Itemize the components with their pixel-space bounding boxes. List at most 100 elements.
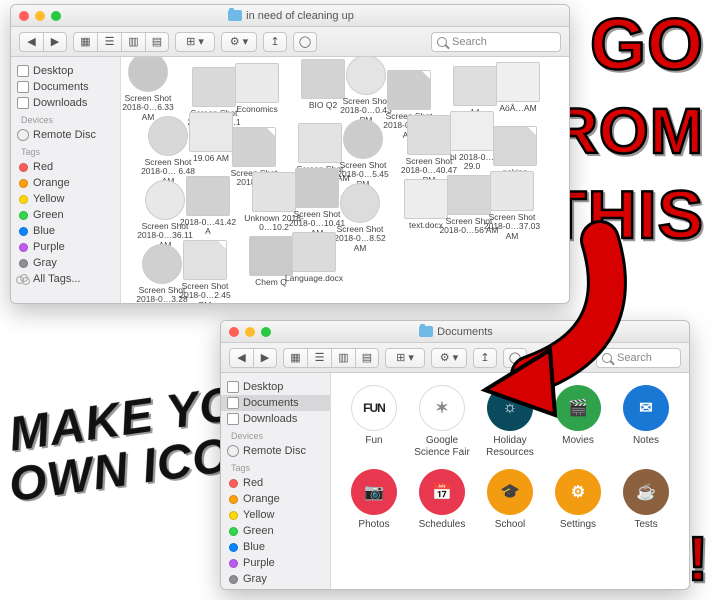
share-button[interactable]: ↥ <box>263 32 287 52</box>
sidebar-all-tags[interactable]: All Tags... <box>11 271 120 287</box>
sidebar-heading-tags: Tags <box>221 459 330 475</box>
sidebar-item-downloads[interactable]: Downloads <box>221 411 330 427</box>
sidebar-tag-gray[interactable]: Gray <box>221 571 330 587</box>
sidebar-tag-yellow[interactable]: Yellow <box>221 507 330 523</box>
arrange-button[interactable]: ⊞ ▾ <box>385 348 425 368</box>
folder-icon: ☕ <box>623 469 669 515</box>
close-icon[interactable] <box>229 327 239 337</box>
sidebar-heading-devices: Devices <box>11 111 120 127</box>
sidebar-tag-blue[interactable]: Blue <box>221 539 330 555</box>
minimize-icon[interactable] <box>35 11 45 21</box>
folder-icon <box>228 10 242 21</box>
view-gallery[interactable]: ▤ <box>145 32 169 52</box>
sidebar-item-downloads[interactable]: Downloads <box>11 95 120 111</box>
tag-stack-icon <box>16 274 30 286</box>
folder-label: Movies <box>547 435 609 447</box>
search-icon <box>437 37 447 47</box>
view-icons[interactable]: ▦ <box>283 348 307 368</box>
sidebar-tag-orange[interactable]: Orange <box>11 175 120 191</box>
traffic-lights <box>229 327 271 337</box>
view-columns[interactable]: ▥ <box>331 348 355 368</box>
traffic-lights <box>19 11 61 21</box>
sidebar-tag-purple[interactable]: Purple <box>221 555 330 571</box>
view-list[interactable]: ☰ <box>97 32 121 52</box>
sidebar-item-documents[interactable]: Documents <box>11 79 120 95</box>
folder-item-settings[interactable]: ⚙Settings <box>547 469 609 531</box>
forward-button[interactable]: ▶ <box>43 32 67 52</box>
sidebar-heading-tags: Tags <box>11 143 120 159</box>
view-icons[interactable]: ▦ <box>73 32 97 52</box>
file-thumbnail <box>128 57 168 92</box>
sidebar-tag-purple[interactable]: Purple <box>11 239 120 255</box>
sidebar-tag-blue[interactable]: Blue <box>11 223 120 239</box>
sidebar-all-tags[interactable]: All Tags... <box>221 587 330 589</box>
sidebar-item-desktop[interactable]: Desktop <box>11 63 120 79</box>
folder-label: Schedules <box>411 519 473 531</box>
disc-icon <box>17 129 29 141</box>
folder-item-photos[interactable]: 📷 Photos <box>343 469 405 531</box>
sidebar-tag-gray[interactable]: Gray <box>11 255 120 271</box>
folder-label: Photos <box>343 519 405 531</box>
folder-icon: 📅 <box>419 469 465 515</box>
file-item[interactable]: Language.docx <box>284 232 344 283</box>
tags-button[interactable]: ◯ <box>293 32 317 52</box>
nav-buttons: ◀ ▶ <box>19 32 67 52</box>
folder-glyph-icon <box>227 381 239 393</box>
sidebar-tag-green[interactable]: Green <box>11 207 120 223</box>
folder-icon: 🎓 <box>487 469 533 515</box>
file-thumbnail <box>235 63 279 103</box>
file-thumbnail <box>343 119 383 159</box>
action-button[interactable]: ⚙ ▾ <box>221 32 257 52</box>
folder-item-tests[interactable]: ☕Tests <box>615 469 677 531</box>
folder-item-school[interactable]: 🎓School <box>479 469 541 531</box>
file-item[interactable]: Screen Shot 2018-0…6.33 AM <box>121 57 178 122</box>
folder-glyph-icon <box>17 65 29 77</box>
folder-icon: ⚙ <box>555 469 601 515</box>
file-item[interactable]: Screen Shot 2018-0…2.45 PM <box>175 240 235 303</box>
sidebar-tag-green[interactable]: Green <box>221 523 330 539</box>
view-list[interactable]: ☰ <box>307 348 331 368</box>
file-thumbnail <box>183 240 227 280</box>
zoom-icon[interactable] <box>51 11 61 21</box>
file-item[interactable]: 2018-0…41.42 A <box>178 176 238 237</box>
file-thumbnail <box>232 127 276 167</box>
file-thumbnail <box>186 176 230 216</box>
sidebar-item-remote-disc[interactable]: Remote Disc <box>11 127 120 143</box>
folder-glyph-icon <box>17 97 29 109</box>
file-label: Language.docx <box>284 274 344 283</box>
zoom-icon[interactable] <box>261 327 271 337</box>
sidebar-tag-red[interactable]: Red <box>221 475 330 491</box>
file-thumbnail <box>387 70 431 110</box>
minimize-icon[interactable] <box>245 327 255 337</box>
file-item[interactable]: naking <box>485 126 545 177</box>
search-input[interactable]: Search <box>431 32 561 52</box>
view-buttons: ▦ ☰ ▥ ▤ <box>283 348 379 368</box>
tag-dot-icon <box>229 511 238 520</box>
file-item[interactable]: AöÂ…AM <box>488 62 548 113</box>
close-icon[interactable] <box>19 11 29 21</box>
file-thumbnail <box>340 183 380 223</box>
titlebar: in need of cleaning up <box>11 5 569 27</box>
sidebar-tag-red[interactable]: Red <box>11 159 120 175</box>
folder-item-fun[interactable]: FUNFun <box>343 385 405 459</box>
file-item[interactable]: Economics <box>227 63 287 114</box>
file-thumbnail <box>496 62 540 102</box>
back-button[interactable]: ◀ <box>229 348 253 368</box>
sidebar-tag-orange[interactable]: Orange <box>221 491 330 507</box>
arrow-icon <box>430 230 650 410</box>
view-columns[interactable]: ▥ <box>121 32 145 52</box>
headline-go: GO <box>590 8 704 84</box>
search-placeholder: Search <box>452 36 487 48</box>
sidebar-item-remote-disc[interactable]: Remote Disc <box>221 443 330 459</box>
sidebar-item-desktop[interactable]: Desktop <box>221 379 330 395</box>
folder-item-schedules[interactable]: 📅 Schedules <box>411 469 473 531</box>
sidebar-tag-yellow[interactable]: Yellow <box>11 191 120 207</box>
tag-dot-icon <box>19 243 28 252</box>
view-gallery[interactable]: ▤ <box>355 348 379 368</box>
folder-icon: 📷 <box>351 469 397 515</box>
sidebar-item-documents[interactable]: Documents <box>221 395 330 411</box>
forward-button[interactable]: ▶ <box>253 348 277 368</box>
back-button[interactable]: ◀ <box>19 32 43 52</box>
arrange-button[interactable]: ⊞ ▾ <box>175 32 215 52</box>
sidebar: DesktopDocumentsDownloadsDevicesRemote D… <box>11 57 121 303</box>
